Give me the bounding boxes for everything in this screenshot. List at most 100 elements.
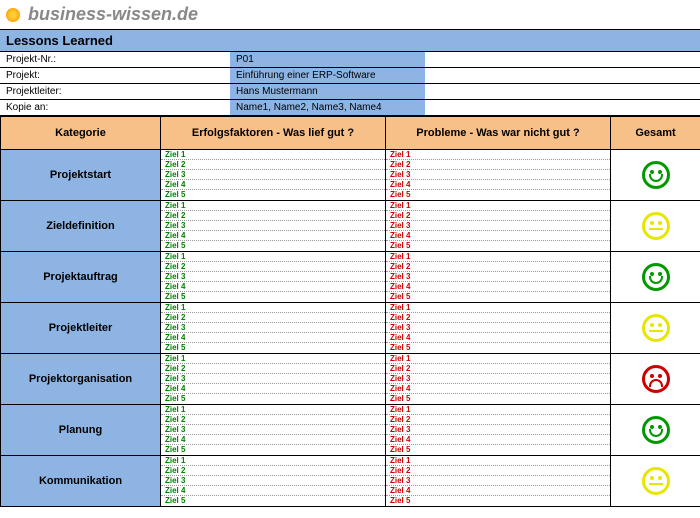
erfolg-item: Ziel 1 (161, 456, 385, 466)
gesamt-cell (611, 405, 700, 456)
erfolg-item: Ziel 5 (161, 241, 385, 251)
meta-label: Projekt-Nr.: (0, 52, 230, 68)
erfolg-item: Ziel 5 (161, 190, 385, 200)
problem-item: Ziel 1 (386, 252, 610, 262)
erfolg-item: Ziel 3 (161, 170, 385, 180)
problem-item: Ziel 2 (386, 466, 610, 476)
table-row: ProjektauftragZiel 1Ziel 2Ziel 3Ziel 4Zi… (1, 252, 700, 303)
problem-item: Ziel 3 (386, 221, 610, 231)
table-row: PlanungZiel 1Ziel 2Ziel 3Ziel 4Ziel 5Zie… (1, 405, 700, 456)
erfolg-item: Ziel 5 (161, 394, 385, 404)
problem-cell: Ziel 1Ziel 2Ziel 3Ziel 4Ziel 5 (386, 252, 611, 303)
problem-item: Ziel 1 (386, 456, 610, 466)
smiley-green-icon (642, 263, 670, 291)
meta-label: Projektleiter: (0, 84, 230, 100)
table-row: ProjektleiterZiel 1Ziel 2Ziel 3Ziel 4Zie… (1, 303, 700, 354)
problem-item: Ziel 3 (386, 374, 610, 384)
problem-item: Ziel 4 (386, 435, 610, 445)
problem-item: Ziel 4 (386, 282, 610, 292)
erfolg-item: Ziel 2 (161, 466, 385, 476)
problem-item: Ziel 3 (386, 476, 610, 486)
problem-item: Ziel 4 (386, 384, 610, 394)
gesamt-cell (611, 303, 700, 354)
kategorie-cell: Planung (1, 405, 161, 456)
erfolg-item: Ziel 4 (161, 282, 385, 292)
kategorie-cell: Projektorganisation (1, 354, 161, 405)
smiley-yellow-icon (642, 314, 670, 342)
erfolg-cell: Ziel 1Ziel 2Ziel 3Ziel 4Ziel 5 (161, 150, 386, 201)
col-erfolg: Erfolgsfaktoren - Was lief gut ? (161, 117, 386, 150)
problem-cell: Ziel 1Ziel 2Ziel 3Ziel 4Ziel 5 (386, 303, 611, 354)
erfolg-cell: Ziel 1Ziel 2Ziel 3Ziel 4Ziel 5 (161, 354, 386, 405)
table-row: ProjektstartZiel 1Ziel 2Ziel 3Ziel 4Ziel… (1, 150, 700, 201)
erfolg-cell: Ziel 1Ziel 2Ziel 3Ziel 4Ziel 5 (161, 201, 386, 252)
header: business-wissen.de (0, 0, 700, 29)
problem-item: Ziel 1 (386, 150, 610, 160)
problem-item: Ziel 2 (386, 415, 610, 425)
problem-item: Ziel 4 (386, 333, 610, 343)
erfolg-item: Ziel 1 (161, 303, 385, 313)
problem-item: Ziel 5 (386, 241, 610, 251)
kategorie-cell: Kommunikation (1, 456, 161, 507)
erfolg-item: Ziel 2 (161, 313, 385, 323)
meta-label: Kopie an: (0, 100, 230, 116)
problem-item: Ziel 4 (386, 486, 610, 496)
problem-item: Ziel 2 (386, 313, 610, 323)
smiley-yellow-icon (642, 467, 670, 495)
gesamt-cell (611, 201, 700, 252)
meta-value: P01 (230, 52, 425, 68)
page-title: Lessons Learned (0, 29, 700, 51)
problem-item: Ziel 2 (386, 262, 610, 272)
problem-item: Ziel 3 (386, 323, 610, 333)
problem-item: Ziel 3 (386, 272, 610, 282)
erfolg-item: Ziel 3 (161, 425, 385, 435)
smiley-green-icon (642, 161, 670, 189)
problem-cell: Ziel 1Ziel 2Ziel 3Ziel 4Ziel 5 (386, 354, 611, 405)
gesamt-cell (611, 456, 700, 507)
erfolg-item: Ziel 1 (161, 252, 385, 262)
erfolg-item: Ziel 4 (161, 180, 385, 190)
erfolg-item: Ziel 2 (161, 211, 385, 221)
problem-item: Ziel 4 (386, 180, 610, 190)
problem-item: Ziel 5 (386, 292, 610, 302)
erfolg-item: Ziel 1 (161, 354, 385, 364)
gesamt-cell (611, 354, 700, 405)
col-probleme: Probleme - Was war nicht gut ? (386, 117, 611, 150)
meta-table: Projekt-Nr.:P01Projekt:Einführung einer … (0, 51, 700, 116)
problem-cell: Ziel 1Ziel 2Ziel 3Ziel 4Ziel 5 (386, 150, 611, 201)
gesamt-cell (611, 150, 700, 201)
erfolg-item: Ziel 5 (161, 496, 385, 506)
grid-body: ProjektstartZiel 1Ziel 2Ziel 3Ziel 4Ziel… (1, 150, 700, 507)
smiley-red-icon (642, 365, 670, 393)
meta-value: Name1, Name2, Name3, Name4 (230, 100, 425, 116)
problem-cell: Ziel 1Ziel 2Ziel 3Ziel 4Ziel 5 (386, 405, 611, 456)
problem-item: Ziel 1 (386, 354, 610, 364)
problem-item: Ziel 5 (386, 394, 610, 404)
erfolg-item: Ziel 5 (161, 292, 385, 302)
kategorie-cell: Projektleiter (1, 303, 161, 354)
col-gesamt: Gesamt (611, 117, 700, 150)
erfolg-item: Ziel 3 (161, 272, 385, 282)
meta-label: Projekt: (0, 68, 230, 84)
col-kategorie: Kategorie (1, 117, 161, 150)
smiley-yellow-icon (642, 212, 670, 240)
problem-item: Ziel 2 (386, 364, 610, 374)
erfolg-item: Ziel 1 (161, 150, 385, 160)
table-row: ZieldefinitionZiel 1Ziel 2Ziel 3Ziel 4Zi… (1, 201, 700, 252)
erfolg-item: Ziel 3 (161, 323, 385, 333)
erfolg-item: Ziel 4 (161, 486, 385, 496)
erfolg-item: Ziel 1 (161, 405, 385, 415)
erfolg-item: Ziel 3 (161, 221, 385, 231)
table-row: ProjektorganisationZiel 1Ziel 2Ziel 3Zie… (1, 354, 700, 405)
kategorie-cell: Zieldefinition (1, 201, 161, 252)
erfolg-item: Ziel 2 (161, 415, 385, 425)
problem-item: Ziel 2 (386, 211, 610, 221)
erfolg-item: Ziel 4 (161, 435, 385, 445)
kategorie-cell: Projektstart (1, 150, 161, 201)
erfolg-item: Ziel 5 (161, 445, 385, 455)
erfolg-cell: Ziel 1Ziel 2Ziel 3Ziel 4Ziel 5 (161, 405, 386, 456)
erfolg-cell: Ziel 1Ziel 2Ziel 3Ziel 4Ziel 5 (161, 456, 386, 507)
erfolg-item: Ziel 4 (161, 231, 385, 241)
smiley-green-icon (642, 416, 670, 444)
problem-item: Ziel 5 (386, 496, 610, 506)
